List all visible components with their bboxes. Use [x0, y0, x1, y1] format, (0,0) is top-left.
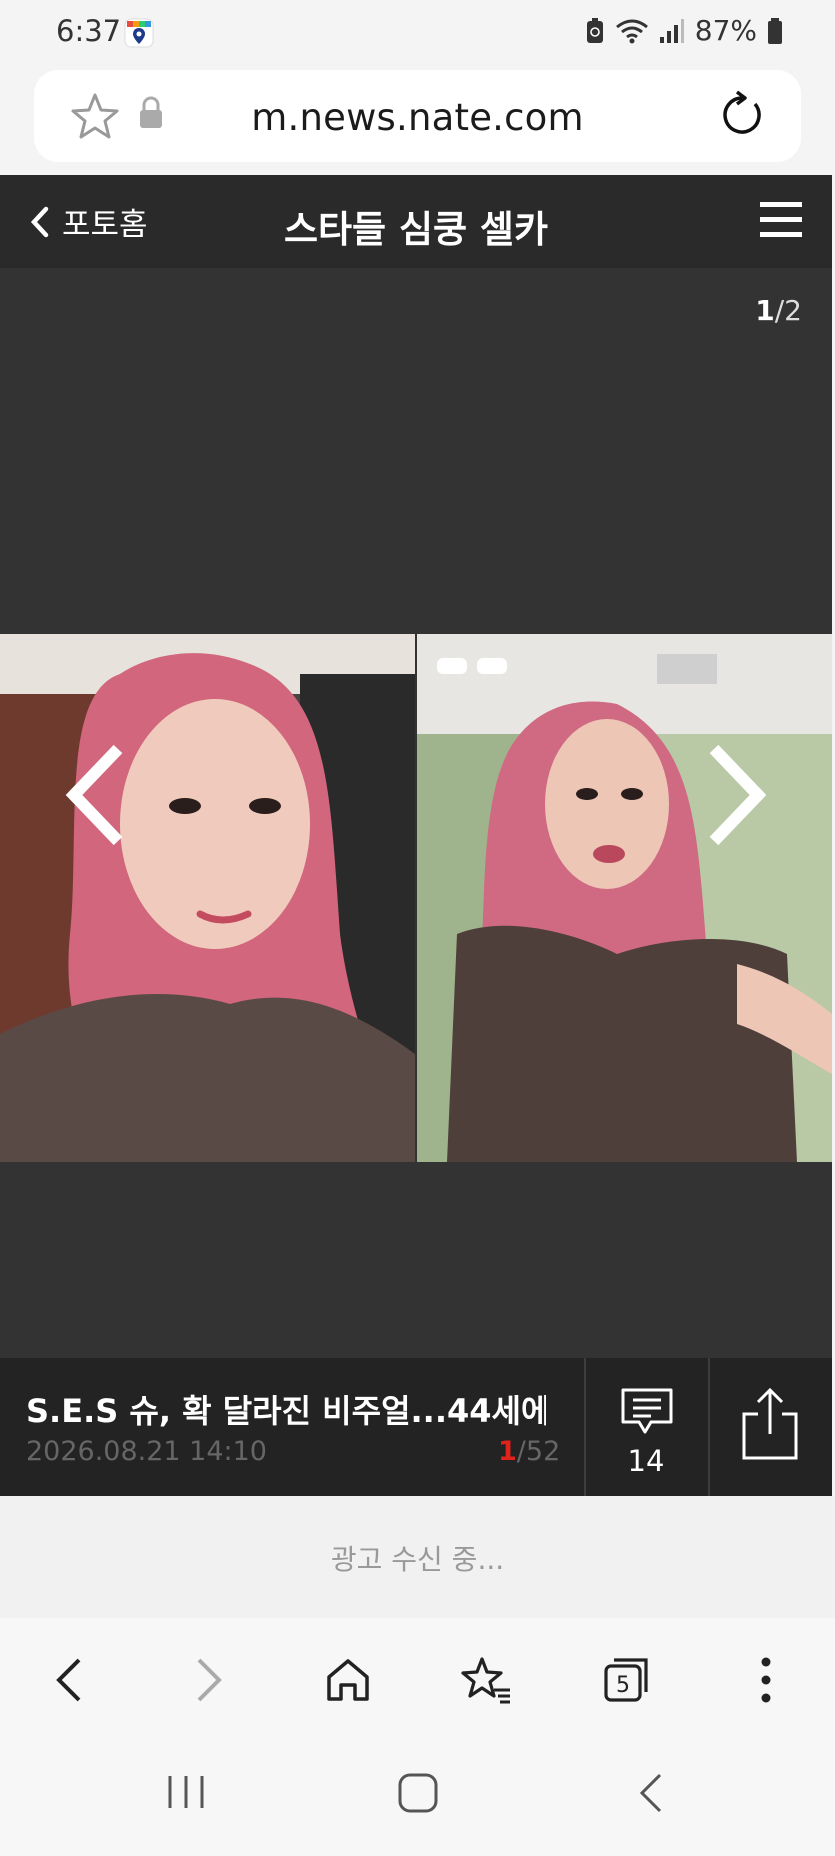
ad-area: 광고 수신 중... — [0, 1496, 835, 1618]
browser-forward-button[interactable] — [180, 1650, 240, 1710]
back-icon — [56, 1658, 81, 1702]
battery-icon — [768, 17, 782, 44]
article-info-bar: S.E.S 슈, 확 달라진 비주얼...44세에 ... 2026.08.21… — [0, 1358, 832, 1496]
photo-selfie-room — [417, 634, 832, 1162]
home-icon — [327, 1659, 369, 1701]
article-date: 2026.08.21 14:10 — [26, 1436, 267, 1467]
battery-percent: 87% — [694, 14, 757, 47]
home-square-icon — [398, 1773, 438, 1813]
system-navigation-bar — [0, 1738, 835, 1856]
battery-saver-icon — [586, 17, 603, 43]
system-home-button[interactable] — [397, 1772, 439, 1814]
signal-icon — [659, 18, 684, 43]
tab-count: 5 — [616, 1673, 630, 1698]
hamburger-menu-icon[interactable] — [758, 199, 804, 241]
share-icon — [742, 1387, 798, 1460]
next-photo-arrow-icon[interactable] — [706, 743, 768, 847]
browser-tabs-button[interactable]: 5 — [596, 1650, 656, 1710]
article-title[interactable]: S.E.S 슈, 확 달라진 비주얼...44세에 ... — [26, 1386, 546, 1432]
article-index-total: /52 — [516, 1436, 561, 1467]
tabs-icon: 5 — [604, 1658, 648, 1702]
photo-selfie-car — [0, 634, 415, 1162]
gallery-header: 포토홈 스타들 심쿵 셀카 — [0, 175, 832, 268]
browser-toolbar: 5 — [0, 1618, 835, 1738]
recents-icon — [168, 1776, 204, 1808]
wifi-icon — [615, 19, 648, 43]
more-icon — [761, 1657, 771, 1703]
pager-separator: / — [774, 294, 785, 327]
browser-more-button[interactable] — [736, 1650, 796, 1710]
status-indicators: 87% — [585, 14, 783, 47]
status-bar: 6:37 87% — [0, 0, 835, 68]
previous-photo-arrow-icon[interactable] — [64, 743, 126, 847]
browser-back-button[interactable] — [38, 1650, 98, 1710]
forward-icon — [197, 1658, 222, 1702]
system-back-button[interactable] — [636, 1772, 666, 1814]
pager-total: 2 — [784, 294, 802, 327]
browser-bookmarks-button[interactable] — [456, 1650, 516, 1710]
reload-icon[interactable] — [717, 88, 767, 142]
address-bar[interactable]: m.news.nate.com — [34, 70, 801, 162]
photo-pager: 1/2 — [755, 294, 802, 327]
pager-current: 1 — [755, 294, 775, 327]
comments-button[interactable]: 14 — [586, 1358, 706, 1496]
back-icon — [639, 1773, 662, 1813]
article-index: 1/52 — [498, 1436, 560, 1467]
page-title: 스타들 심쿵 셀카 — [283, 208, 549, 251]
photo-strip[interactable] — [0, 634, 832, 1162]
ad-loading-text: 광고 수신 중... — [330, 1543, 505, 1576]
photo-viewer[interactable]: 1/2 — [0, 268, 832, 1358]
article-index-current: 1 — [498, 1436, 517, 1467]
status-time: 6:37 — [56, 14, 122, 48]
share-button[interactable] — [710, 1358, 832, 1496]
bookmarks-icon — [461, 1657, 510, 1704]
browser-home-button[interactable] — [318, 1650, 378, 1710]
comment-count: 14 — [627, 1444, 665, 1478]
url-text[interactable]: m.news.nate.com — [34, 96, 801, 139]
location-app-icon — [124, 18, 154, 48]
comment-icon — [621, 1388, 673, 1434]
system-recents-button[interactable] — [166, 1772, 206, 1812]
